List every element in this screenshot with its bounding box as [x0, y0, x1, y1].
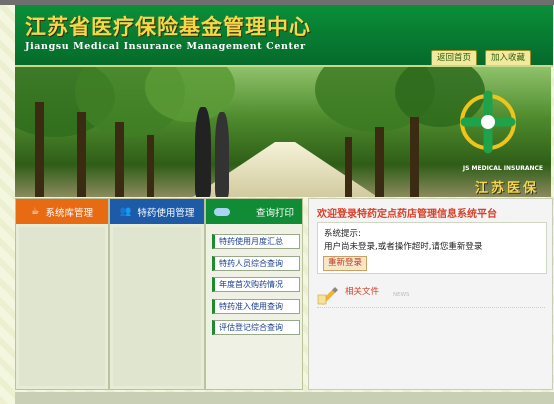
tab-query-print[interactable]: 查询打印 [206, 199, 302, 224]
personnel-query-link[interactable]: 特药人员综合查询 [212, 255, 300, 271]
first-purchase-link[interactable]: 年度首次购药情况 [212, 277, 300, 292]
monthly-summary-link[interactable]: 特药使用月度汇总 [212, 234, 300, 249]
nav-column-query: 查询打印 特药使用月度汇总 特药人员综合查询 年度首次购药情况 特药准入使用查询… [205, 198, 303, 390]
nav-column-drug: 👥 特药使用管理 [109, 198, 205, 390]
site-title-en: Jiangsu Medical Insurance Management Cen… [25, 41, 306, 52]
footer-strip [15, 392, 554, 404]
related-files-section: 相关文件 NEWS [317, 283, 545, 308]
notice-title: 系统提示: [324, 229, 361, 239]
tab-drug-usage[interactable]: 👥 特药使用管理 [110, 199, 204, 224]
logo-text-cn: 江苏医保 [474, 181, 539, 196]
welcome-heading: 欢迎登录特药定点药店管理信息系统平台 [317, 209, 497, 220]
evaluation-query-link[interactable]: 评估登记综合查询 [212, 320, 300, 335]
cup-icon: ☕ [30, 206, 40, 217]
banner-image: JS MEDICAL INSURANCE 江苏医保 [15, 67, 551, 197]
medical-insurance-logo-icon [460, 90, 516, 154]
relogin-button[interactable]: 重新登录 [323, 256, 368, 271]
tab-query-print-label: 查询打印 [255, 207, 294, 219]
tab-system-library[interactable]: ☕ 系统库管理 [16, 199, 108, 224]
column-body [113, 227, 201, 386]
news-tag: NEWS [393, 292, 410, 298]
people-icon: 👥 [119, 206, 132, 217]
site-title-cn: 江苏省医疗保险基金管理中心 [25, 14, 311, 39]
add-favorite-link[interactable]: 加入收藏 [485, 50, 532, 65]
main-panel: 欢迎登录特药定点药店管理信息系统平台 系统提示: 用户尚未登录,或者操作超时,请… [308, 198, 553, 390]
notice-text: 用户尚未登录,或者操作超时,请您重新登录 [324, 242, 483, 252]
pen-icon [317, 287, 338, 305]
nav-column-system: ☕ 系统库管理 [15, 198, 109, 390]
logo-text-en: JS MEDICAL INSURANCE [462, 165, 543, 172]
tab-system-library-label: 系统库管理 [45, 207, 94, 219]
site-header: 江苏省医疗保险基金管理中心 Jiangsu Medical Insurance … [15, 5, 553, 67]
query-link-list: 特药使用月度汇总 特药人员综合查询 年度首次购药情况 特药准入使用查询 评估登记… [212, 234, 300, 342]
access-usage-query-link[interactable]: 特药准入使用查询 [212, 298, 300, 314]
home-link[interactable]: 返回首页 [431, 50, 478, 65]
column-body [19, 227, 105, 386]
tab-drug-usage-label: 特药使用管理 [137, 207, 195, 219]
related-files-link[interactable]: 相关文件 [345, 285, 379, 297]
capsule-icon [213, 207, 230, 216]
